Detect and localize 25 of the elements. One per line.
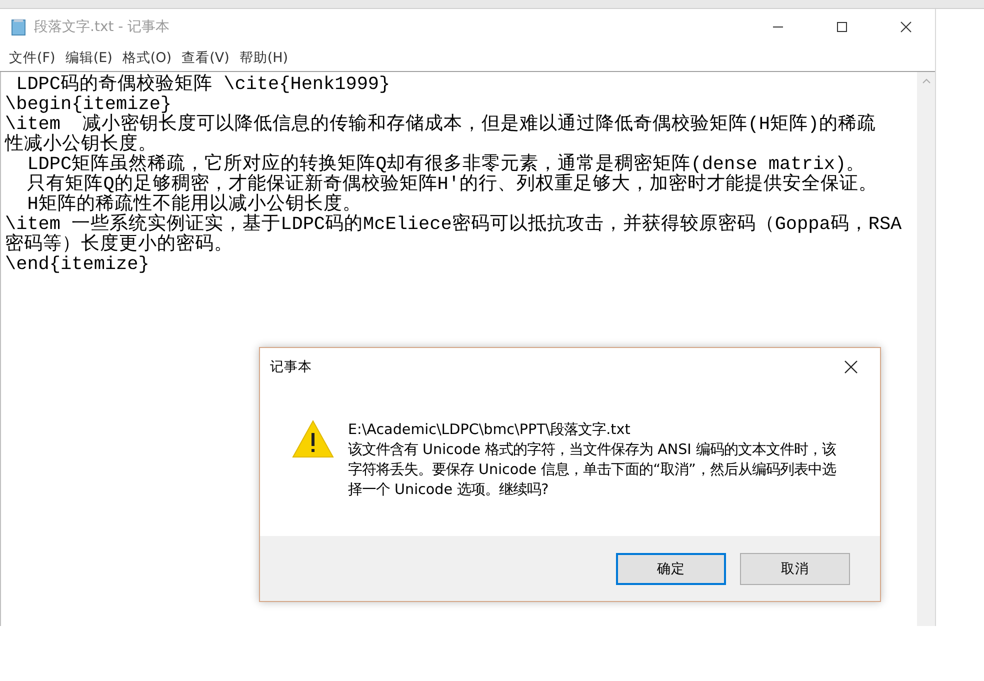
notepad-icon (10, 18, 28, 36)
scroll-up-icon[interactable] (922, 78, 930, 84)
file-path: E:\Academic\LDPC\bmc\PPT\段落文字.txt (348, 420, 632, 440)
menu-item[interactable]: 编辑(E) (60, 47, 118, 69)
dialog-button[interactable]: 取消 (740, 552, 850, 584)
menu-item[interactable]: 文件(F) (4, 47, 60, 69)
dialog-title: 记事本 (270, 358, 313, 376)
menu-item[interactable]: 帮助(H) (234, 47, 294, 69)
close-icon (900, 21, 912, 33)
text-line: \begin{itemize} (5, 95, 172, 115)
text-line: LDPC矩阵虽然稀疏，它所对应的转换矩阵Q却有很多非零元素，通常是稠密矩阵(dense matrix)。 (26, 155, 866, 175)
warning-icon (292, 420, 334, 458)
warning-message: 该文件含有 Unicode 格式的字符，当文件保存为 ANSI 编码的文本文件时，该字符将丢失。要保存 Unicode 信息，单击下面的“取消”，然后从编码列表中选择一个 Unicode 选项。继续吗? (348, 440, 837, 500)
close-icon (844, 360, 858, 374)
menu-item[interactable]: 格式(O) (117, 47, 177, 69)
text-line: \end{itemize} (5, 255, 150, 275)
text-line: 性减小公钥长度。 (5, 135, 157, 155)
menu-item[interactable]: 查看(V) (176, 47, 234, 69)
maximize-icon (836, 21, 848, 33)
text-line: LDPC码的奇偶校验矩阵 \cite{Henk1999} (15, 75, 392, 95)
text-line: H矩阵的稀疏性不能用以减小公钥长度。 (26, 195, 362, 215)
dialog-button[interactable]: 确定 (616, 552, 726, 584)
scrollbar[interactable] (917, 72, 935, 626)
window-title: 段落文字.txt - 记事本 (34, 18, 171, 36)
text-line: 密码等）长度更小的密码。 (5, 235, 234, 255)
